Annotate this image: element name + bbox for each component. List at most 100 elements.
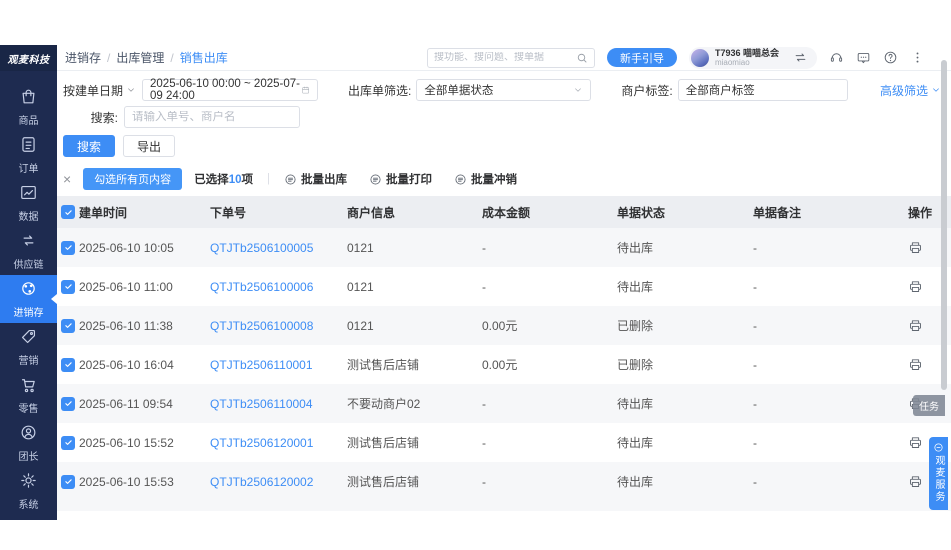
cell-status: 待出库 — [617, 434, 753, 451]
sidebar-item[interactable]: 营销 — [0, 323, 57, 371]
keyword-search-label: 搜索: — [63, 109, 118, 126]
search-button[interactable]: 搜索 — [63, 135, 115, 157]
service-tab[interactable]: 观麦服务 — [929, 437, 948, 510]
keyword-search-input[interactable] — [132, 111, 292, 123]
cell-create-time: 2025-06-10 11:38 — [79, 319, 210, 333]
help-icon[interactable] — [883, 50, 898, 65]
col-header[interactable]: 单据备注 — [753, 204, 908, 221]
cell-cost-amount: 0.00元 — [482, 356, 617, 373]
sidebar-item-label: 团长 — [19, 448, 39, 463]
row-checkbox[interactable] — [61, 397, 75, 411]
keyword-search-field[interactable] — [124, 106, 300, 128]
sidebar-item[interactable]: 商品 — [0, 83, 57, 131]
table-row: 2025-06-10 10:05 QTJTb2506100005 0121 - … — [57, 228, 951, 267]
col-header[interactable]: 商户信息 — [347, 204, 482, 221]
merchant-tag-label: 商户标签: — [621, 82, 672, 99]
sidebar-item[interactable]: 系统 — [0, 467, 57, 515]
breadcrumb-level1[interactable]: 进销存 — [65, 49, 101, 66]
sidebar-item-label: 商品 — [19, 112, 39, 127]
cell-status: 待出库 — [617, 239, 753, 256]
topbar: 进销存 / 出库管理 / 销售出库 新手引导 T7936 喵喵总会 — [57, 45, 951, 71]
sidebar-item-label: 系统 — [19, 496, 39, 511]
row-checkbox[interactable] — [61, 358, 75, 372]
sidebar-item[interactable]: 供应链 — [0, 227, 57, 275]
batch-print-button[interactable]: 批量打印 — [369, 171, 432, 187]
cell-order-number-link[interactable]: QTJTb2506110001 — [210, 358, 347, 372]
table-row: 2025-06-10 15:52 QTJTb2506120001 测试售后店铺 … — [57, 423, 951, 462]
vertical-scrollbar[interactable] — [941, 60, 947, 390]
col-header[interactable]: 单据状态 — [617, 204, 753, 221]
cell-order-number-link[interactable]: QTJTb2506120002 — [210, 475, 347, 489]
goods-bag-icon — [19, 87, 38, 109]
cell-order-number-link[interactable]: QTJTb2506100008 — [210, 319, 347, 333]
customer-service-icon[interactable] — [829, 50, 844, 65]
sidebar-item[interactable]: 团长 — [0, 419, 57, 467]
breadcrumb-current: 销售出库 — [180, 49, 228, 66]
export-button[interactable]: 导出 — [123, 135, 175, 157]
retail-cart-icon — [19, 375, 38, 397]
row-checkbox[interactable] — [61, 475, 75, 489]
cell-status: 待出库 — [617, 473, 753, 490]
app-screen: 观麦科技 商品 订单 — [0, 0, 951, 550]
newbie-guide-button[interactable]: 新手引导 — [607, 48, 677, 67]
switch-account-icon[interactable] — [793, 50, 808, 65]
status-filter-select[interactable]: 全部单据状态 — [416, 79, 591, 101]
chevron-down-icon — [931, 85, 941, 95]
sidebar-item[interactable]: 零售 — [0, 371, 57, 419]
orders-table: 建单时间 下单号 商户信息 成本金额 单据状态 单据备注 操作 2025-06-… — [57, 196, 951, 511]
calendar-icon — [301, 84, 310, 96]
table-row: 2025-06-10 11:38 QTJTb2506100008 0121 0.… — [57, 306, 951, 345]
col-header[interactable]: 下单号 — [210, 204, 347, 221]
select-all-pages-button[interactable]: 勾选所有页内容 — [83, 168, 182, 190]
col-header[interactable]: 建单时间 — [79, 204, 210, 221]
table-row: 2025-06-10 15:53 QTJTb2506120002 测试售后店铺 … — [57, 462, 951, 501]
date-type-dropdown[interactable]: 按建单日期 — [63, 82, 123, 99]
chevron-down-icon — [126, 85, 136, 95]
sidebar-item[interactable]: 进销存 — [0, 275, 57, 323]
batch-reverse-button[interactable]: 批量冲销 — [454, 171, 517, 187]
leader-person-icon — [19, 423, 38, 445]
row-checkbox[interactable] — [61, 241, 75, 255]
batch-icon — [284, 173, 297, 186]
status-filter-label: 出库单筛选: — [348, 82, 411, 99]
task-tab[interactable]: 任务 — [913, 395, 945, 416]
sidebar-item[interactable]: 订单 — [0, 131, 57, 179]
row-checkbox[interactable] — [61, 280, 75, 294]
system-gear-icon — [19, 471, 38, 493]
global-search[interactable] — [427, 48, 595, 68]
user-chip[interactable]: T7936 喵喵总会 miaomiao — [689, 47, 817, 69]
selected-count: 已选择10项 — [194, 171, 253, 187]
cell-create-time: 2025-06-10 10:05 — [79, 241, 210, 255]
batch-icon — [369, 173, 382, 186]
global-search-input[interactable] — [434, 52, 572, 63]
breadcrumb: 进销存 / 出库管理 / 销售出库 — [65, 49, 228, 66]
date-range-input[interactable]: 2025-06-10 00:00 ~ 2025-07-09 24:00 — [142, 79, 318, 101]
batch-outbound-button[interactable]: 批量出库 — [284, 171, 347, 187]
data-chart-icon — [19, 183, 38, 205]
row-checkbox[interactable] — [61, 319, 75, 333]
breadcrumb-level2[interactable]: 出库管理 — [116, 49, 164, 66]
active-notch — [51, 294, 57, 304]
table-header: 建单时间 下单号 商户信息 成本金额 单据状态 单据备注 操作 — [57, 196, 951, 228]
cell-order-number-link[interactable]: QTJTb2506100005 — [210, 241, 347, 255]
select-all-checkbox[interactable] — [61, 205, 75, 219]
feedback-icon[interactable] — [856, 50, 871, 65]
user-account: miaomiao — [715, 58, 779, 67]
cell-merchant-info: 测试售后店铺 — [347, 434, 482, 451]
filter-row-2: 搜索: — [63, 106, 941, 128]
cell-create-time: 2025-06-10 11:00 — [79, 280, 210, 294]
sidebar-item[interactable]: 数据 — [0, 179, 57, 227]
row-checkbox[interactable] — [61, 436, 75, 450]
avatar[interactable] — [691, 49, 709, 67]
cell-note: - — [753, 280, 908, 294]
advanced-filter-link[interactable]: 高级筛选 — [880, 82, 941, 99]
col-header[interactable]: 成本金额 — [482, 204, 617, 221]
user-name: T7936 喵喵总会 — [715, 48, 779, 58]
cell-order-number-link[interactable]: QTJTb2506100006 — [210, 280, 347, 294]
cell-order-number-link[interactable]: QTJTb2506110004 — [210, 397, 347, 411]
sidebar-item-label: 订单 — [19, 160, 39, 175]
close-icon[interactable]: × — [63, 172, 71, 186]
merchant-tag-input[interactable]: 全部商户标签 — [678, 79, 848, 101]
cell-order-number-link[interactable]: QTJTb2506120001 — [210, 436, 347, 450]
more-menu-icon[interactable] — [910, 50, 925, 65]
